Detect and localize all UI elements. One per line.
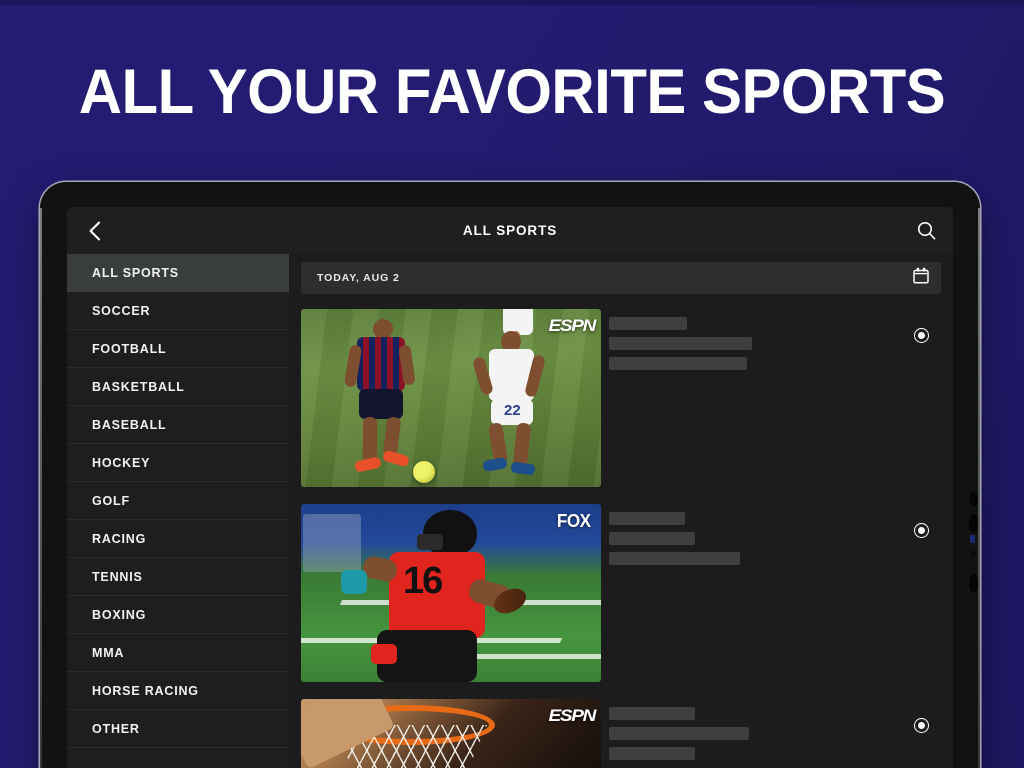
device-side-button-2[interactable] xyxy=(969,514,978,533)
skeleton-bar xyxy=(609,552,740,565)
sidebar-item-boxing[interactable]: BOXING xyxy=(67,596,289,634)
device-side-button-4[interactable] xyxy=(969,574,978,593)
sidebar-item-label: BASKETBALL xyxy=(92,379,185,394)
record-dot xyxy=(917,721,925,729)
sidebar-item-label: FOOTBALL xyxy=(92,341,167,356)
jersey-number-football: 16 xyxy=(403,560,443,602)
sidebar-item-label: HOCKEY xyxy=(92,455,151,470)
device-side-button-1[interactable] xyxy=(969,492,978,506)
skeleton-bar xyxy=(609,512,685,525)
chevron-left-icon xyxy=(89,221,100,240)
player-leg-left-1 xyxy=(363,417,377,463)
sidebar-item-football[interactable]: FOOTBALL xyxy=(67,330,289,368)
record-button[interactable] xyxy=(901,315,941,355)
sidebar-item-label: BOXING xyxy=(92,607,147,622)
calendar-icon xyxy=(913,267,929,284)
player-jersey-left xyxy=(357,337,405,391)
record-dot xyxy=(917,331,925,339)
tablet-device: ALL SPORTS ALL SPORTS SOCCER FOOTBALL BA… xyxy=(40,182,980,768)
promo-screenshot: ALL YOUR FAVORITE SPORTS ALL SPORTS ALL … xyxy=(0,0,1024,768)
skeleton-bar xyxy=(609,727,749,740)
sidebar-item-soccer[interactable]: SOCCER xyxy=(67,292,289,330)
record-button-icon xyxy=(913,522,929,538)
skeleton-bar xyxy=(609,707,695,720)
sidebar-item-baseball[interactable]: BASEBALL xyxy=(67,406,289,444)
sidebar-item-mma[interactable]: MMA xyxy=(67,634,289,672)
device-side-indicator xyxy=(970,535,975,543)
listing-row-soccer[interactable]: 22 ESPN xyxy=(301,309,941,487)
listing-row-football[interactable]: 16 FOX xyxy=(301,504,941,682)
sidebar-item-racing[interactable]: RACING xyxy=(67,520,289,558)
date-label: TODAY, AUG 2 xyxy=(317,272,400,284)
sidebar-item-all-sports[interactable]: ALL SPORTS xyxy=(67,254,289,292)
record-button-icon xyxy=(913,327,929,343)
search-button[interactable] xyxy=(911,216,941,246)
page-headline: ALL YOUR FAVORITE SPORTS xyxy=(78,57,946,127)
sidebar-item-label: OTHER xyxy=(92,721,140,736)
listing-row-basketball[interactable]: ESPN xyxy=(301,699,941,768)
sidebar-item-label: SOCCER xyxy=(92,303,151,318)
network-logo-espn: ESPN xyxy=(548,316,596,335)
sidebar-item-horse-racing[interactable]: HORSE RACING xyxy=(67,672,289,710)
listing-thumbnail-football[interactable]: 16 FOX xyxy=(301,504,601,682)
sidebar-item-other[interactable]: OTHER xyxy=(67,710,289,748)
record-button[interactable] xyxy=(901,705,941,745)
helmet-facemask xyxy=(417,534,443,550)
record-dot xyxy=(917,526,925,534)
sidebar-item-basketball[interactable]: BASKETBALL xyxy=(67,368,289,406)
listing-thumbnail-basketball[interactable]: ESPN xyxy=(301,699,601,768)
bezel-edge-right xyxy=(978,208,980,768)
player-shorts-left xyxy=(359,389,403,419)
calendar-button[interactable] xyxy=(913,267,929,289)
player-jersey-hem xyxy=(371,644,397,664)
skeleton-bar xyxy=(609,747,695,760)
sidebar-item-label: HORSE RACING xyxy=(92,683,199,698)
record-button[interactable] xyxy=(901,510,941,550)
sidebar-item-label: RACING xyxy=(92,531,147,546)
soccer-ball xyxy=(413,461,435,483)
sidebar-item-tennis[interactable]: TENNIS xyxy=(67,558,289,596)
skeleton-bar xyxy=(609,532,695,545)
network-logo-espn: ESPN xyxy=(548,706,596,725)
top-edge-strip xyxy=(0,0,1024,5)
bezel-edge-left xyxy=(40,208,42,768)
tablet-screen: ALL SPORTS ALL SPORTS SOCCER FOOTBALL BA… xyxy=(67,207,953,768)
player-head-left xyxy=(373,319,393,339)
date-selector[interactable]: TODAY, AUG 2 xyxy=(301,262,941,294)
sidebar-item-golf[interactable]: GOLF xyxy=(67,482,289,520)
search-icon xyxy=(917,222,935,240)
app-navbar: ALL SPORTS xyxy=(67,207,953,254)
jersey-number-soccer: 22 xyxy=(504,402,521,419)
sidebar-item-label: BASEBALL xyxy=(92,417,167,432)
listing-skeleton-group xyxy=(601,504,901,572)
sidebar-item-label: MMA xyxy=(92,645,125,660)
stadium-structure xyxy=(303,514,361,572)
listing-thumbnail-soccer[interactable]: 22 ESPN xyxy=(301,309,601,487)
skeleton-bar xyxy=(609,337,752,350)
sports-sidebar: ALL SPORTS SOCCER FOOTBALL BASKETBALL BA… xyxy=(67,254,289,768)
player-glove xyxy=(341,570,367,594)
listing-skeleton-group xyxy=(601,309,901,377)
listing-skeleton-group xyxy=(601,699,901,767)
screen-body: ALL SPORTS SOCCER FOOTBALL BASKETBALL BA… xyxy=(67,254,953,768)
network-logo-fox: FOX xyxy=(557,511,592,531)
sidebar-item-label: GOLF xyxy=(92,493,130,508)
device-side-button-3[interactable] xyxy=(970,550,976,556)
back-button[interactable] xyxy=(77,214,111,248)
record-button-icon xyxy=(913,717,929,733)
listings-panel: TODAY, AUG 2 22 ESPN 16 FOX ESPN xyxy=(289,254,953,768)
page-title: ALL SPORTS xyxy=(462,223,558,238)
sidebar-item-label: ALL SPORTS xyxy=(92,265,179,280)
sidebar-item-hockey[interactable]: HOCKEY xyxy=(67,444,289,482)
skeleton-bar xyxy=(609,317,687,330)
sidebar-item-label: TENNIS xyxy=(92,569,143,584)
skeleton-bar xyxy=(609,357,747,370)
